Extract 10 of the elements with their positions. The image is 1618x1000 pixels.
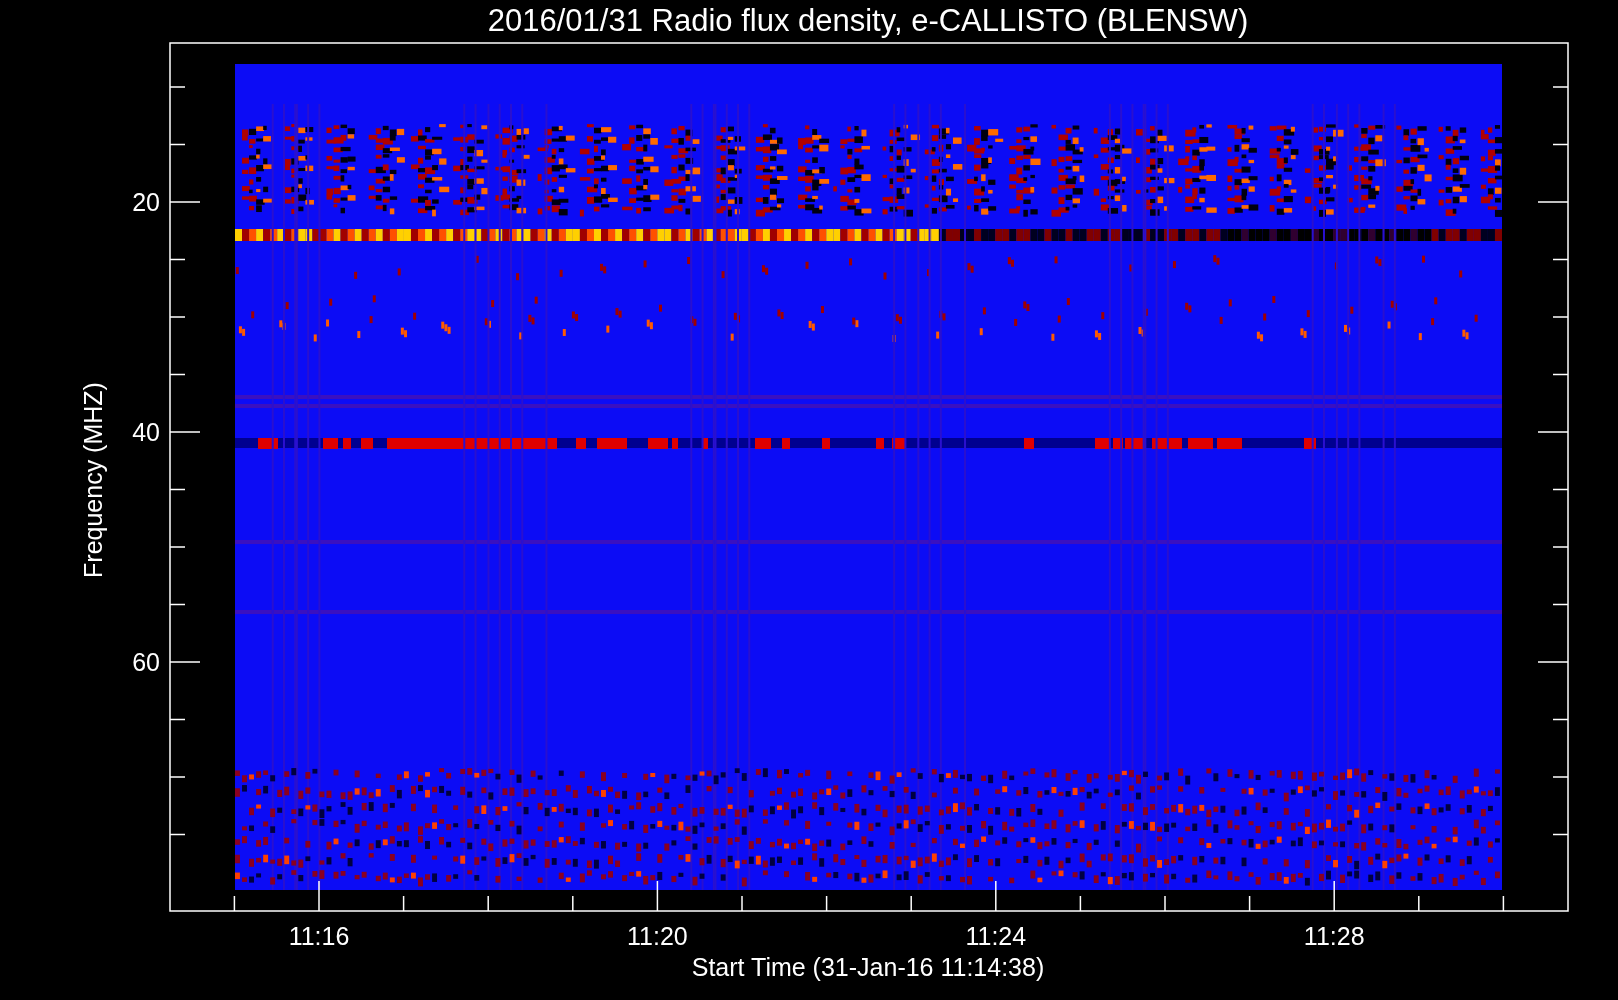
x-tick-label: 11:24	[965, 922, 1027, 950]
y-tick-label: 20	[132, 188, 160, 216]
x-tick-label: 11:16	[288, 922, 350, 950]
y-axis-label: Frequency (MHZ)	[79, 382, 107, 578]
x-tick-label: 11:28	[1303, 922, 1365, 950]
chart-title: 2016/01/31 Radio flux density, e-CALLISTO (BLENSW)	[487, 3, 1249, 38]
y-tick-label: 40	[132, 418, 160, 446]
x-axis-label: Start Time (31-Jan-16 11:14:38)	[691, 953, 1045, 981]
y-tick-label: 60	[132, 648, 160, 676]
x-tick-label: 11:20	[627, 922, 688, 950]
